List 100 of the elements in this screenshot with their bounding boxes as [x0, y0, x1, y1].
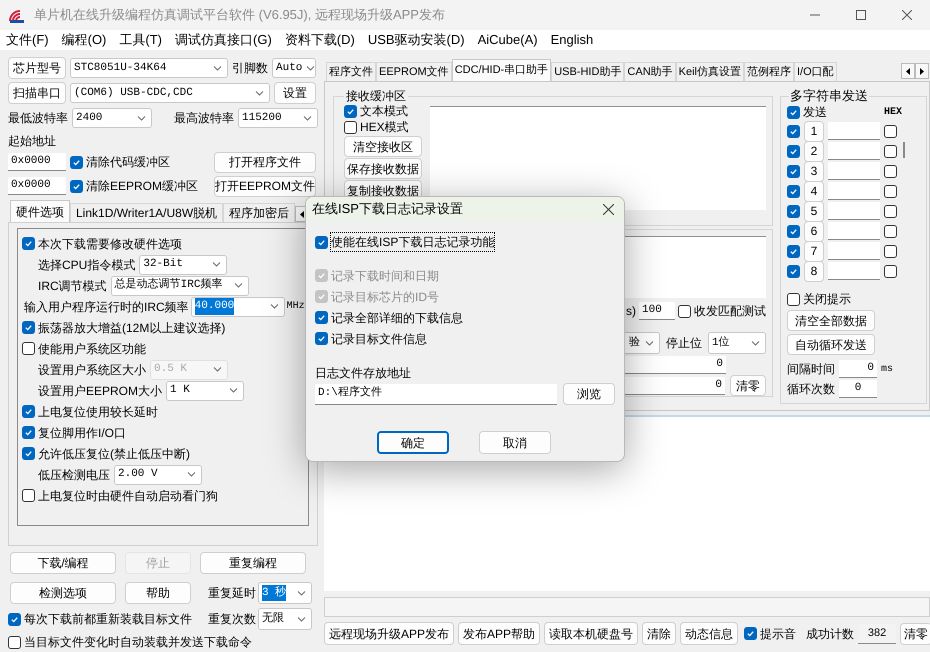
tab[interactable]: EEPROM文件 [376, 62, 452, 81]
open-file-button[interactable]: 打开程序文件 [214, 152, 316, 172]
action-button[interactable]: 帮助 [125, 582, 191, 604]
field-label: 循环次数 [787, 381, 835, 398]
tab[interactable]: USB-HID助手 [551, 62, 624, 81]
toolbar-button[interactable]: 发布APP帮助 [458, 622, 540, 645]
dropdown[interactable]: 1 K [166, 380, 244, 400]
string-number-button[interactable]: 3 [804, 160, 824, 182]
checkbox[interactable]: 使能用户系统区功能 [22, 340, 146, 356]
browse-button[interactable]: 浏览 [563, 383, 615, 405]
tab[interactable]: Link1D/Writer1A/U8W脱机 [70, 203, 224, 222]
open-file-button[interactable]: 打开EEPROM文件 [214, 176, 316, 196]
field-label: 引脚数 [232, 60, 268, 77]
tab[interactable]: CDC/HID-串口助手 [452, 59, 552, 81]
interval-field[interactable]: 100 [639, 302, 675, 320]
menu-item[interactable]: USB驱动安装(D) [368, 30, 465, 50]
path-field[interactable]: D:\程序文件 [315, 384, 557, 404]
checkbox[interactable]: 上电复位使用较长延时 [22, 404, 158, 420]
dropdown[interactable]: 32-Bit [139, 254, 228, 274]
string-number-button[interactable]: 8 [804, 260, 824, 282]
address-field[interactable]: 0x0000 [8, 153, 66, 171]
checkbox[interactable]: 允许低压复位(禁止低压中断) [22, 446, 190, 462]
checkbox[interactable]: 清除代码缓冲区 [70, 154, 170, 170]
clear-count-button[interactable]: 清零 [730, 375, 766, 396]
action-button[interactable]: 下载/编程 [10, 552, 116, 574]
toolbar-button[interactable]: 读取本机硬盘号 [544, 622, 638, 645]
checkbox[interactable]: 当目标文件变化时自动装载并发送下载命令 [8, 634, 252, 650]
toolbar-button[interactable]: 清除 [642, 622, 676, 645]
tab[interactable]: I/O口配 [794, 62, 837, 81]
menu-item[interactable]: 编程(O) [62, 30, 106, 50]
checkbox[interactable]: 收发匹配测试 [678, 303, 766, 319]
dropdown[interactable]: (COM6) USB-CDC,CDC [70, 83, 270, 103]
interval-field[interactable]: 0 [839, 360, 877, 378]
clear-count-button[interactable]: 清零 [900, 622, 930, 644]
action-button[interactable]: 重复编程 [200, 552, 306, 574]
scan-port-button[interactable]: 扫描串口 [8, 82, 66, 104]
address-field[interactable]: 0x0000 [8, 177, 66, 195]
field-label: 起始地址 [8, 133, 56, 150]
menu-item[interactable]: 工具(T) [119, 30, 162, 50]
checkbox[interactable]: HEX模式 [344, 119, 430, 135]
menu-item[interactable]: 调试仿真接口(G) [175, 30, 272, 50]
checkbox[interactable]: 记录全部详细的下载信息 [315, 310, 463, 326]
dropdown[interactable]: 无限 [258, 608, 312, 630]
toolbar-button[interactable]: 远程现场升级APP发布 [324, 622, 454, 645]
group-title: 多字符串发送 [789, 89, 869, 103]
checkbox[interactable]: 清除EEPROM缓冲区 [70, 178, 198, 194]
menu-item[interactable]: 资料下载(D) [284, 30, 355, 50]
dropdown[interactable]: 3 秒 [258, 582, 312, 604]
checkbox[interactable]: 提示音 [744, 626, 796, 642]
dropdown[interactable]: 115200 [238, 108, 318, 128]
checkbox[interactable]: 复位脚用作I/O口 [22, 424, 126, 440]
dialog-title: 在线ISP下载日志记录设置 [312, 200, 463, 218]
string-number-button[interactable]: 1 [804, 120, 824, 142]
string-number-button[interactable]: 5 [804, 200, 824, 222]
dropdown[interactable]: 1位 [708, 332, 766, 354]
checkbox[interactable]: 振荡器放大增益(12M以上建议选择) [22, 320, 226, 336]
dropdown[interactable]: 总是动态调节IRC频率 [110, 276, 249, 296]
string-number-button[interactable]: 7 [804, 240, 824, 262]
receive-button[interactable]: 保存接收数据 [344, 158, 422, 179]
tab[interactable]: 程序加密后 [223, 203, 296, 222]
tab[interactable]: Keil仿真设置 [676, 62, 744, 81]
action-button[interactable]: 检测选项 [10, 582, 116, 604]
field-label: 低压检测电压 [38, 466, 110, 484]
toolbar-button[interactable]: 动态信息 [680, 622, 738, 645]
multi-send-button[interactable]: 清空全部数据 [787, 310, 875, 331]
string-number-button[interactable]: 6 [804, 220, 824, 242]
counter-field[interactable]: 0 [622, 356, 726, 374]
field-label: 重复次数 [208, 611, 256, 628]
menu-item[interactable]: 文件(F) [6, 30, 49, 50]
dropdown[interactable]: STC8051U-34K64 [70, 58, 228, 78]
checkbox[interactable]: 文本模式 [344, 103, 430, 119]
checkbox[interactable]: 使能在线ISP下载日志记录功能 [315, 234, 494, 250]
checkbox[interactable]: 关闭提示 [787, 291, 851, 307]
checkbox[interactable]: 上电复位时由硬件自动启动看门狗 [22, 488, 218, 504]
multi-send-button[interactable]: 自动循环发送 [787, 334, 875, 355]
dialog-button[interactable]: 取消 [479, 431, 551, 454]
dropdown[interactable]: Auto [272, 58, 316, 78]
tab[interactable]: 程序文件 [326, 62, 376, 81]
tab[interactable]: 范例程序 [744, 62, 794, 81]
checkbox[interactable]: 记录目标文件信息 [315, 330, 427, 346]
checkbox[interactable]: 发送 [787, 104, 827, 120]
dropdown[interactable]: 2.00 V [114, 464, 202, 484]
receive-button[interactable]: 清空接收区 [344, 136, 422, 157]
group-title: 接收缓冲区 [344, 89, 408, 103]
field-label: 重复延时 [208, 585, 256, 602]
menu-item[interactable]: English [550, 30, 594, 50]
dropdown[interactable]: 2400 [72, 108, 152, 128]
tab[interactable]: CAN助手 [624, 62, 676, 81]
field-label: 设置用户系统区大小 [38, 362, 146, 378]
tab[interactable]: 硬件选项 [10, 200, 70, 222]
checkbox[interactable]: 每次下载前都重新装载目标文件 [8, 611, 192, 627]
combo-box[interactable]: 40.000 [190, 296, 285, 316]
settings-button[interactable]: 设置 [274, 82, 316, 104]
string-number-button[interactable]: 2 [804, 140, 824, 162]
loop-count-field[interactable]: 0 [839, 380, 877, 398]
chip-model-button[interactable]: 芯片型号 [8, 57, 66, 79]
checkbox[interactable]: 本次下载需要修改硬件选项 [22, 236, 182, 252]
dialog-button[interactable]: 确定 [377, 431, 449, 454]
string-number-button[interactable]: 4 [804, 180, 824, 202]
menu-item[interactable]: AiCube(A) [478, 30, 538, 50]
